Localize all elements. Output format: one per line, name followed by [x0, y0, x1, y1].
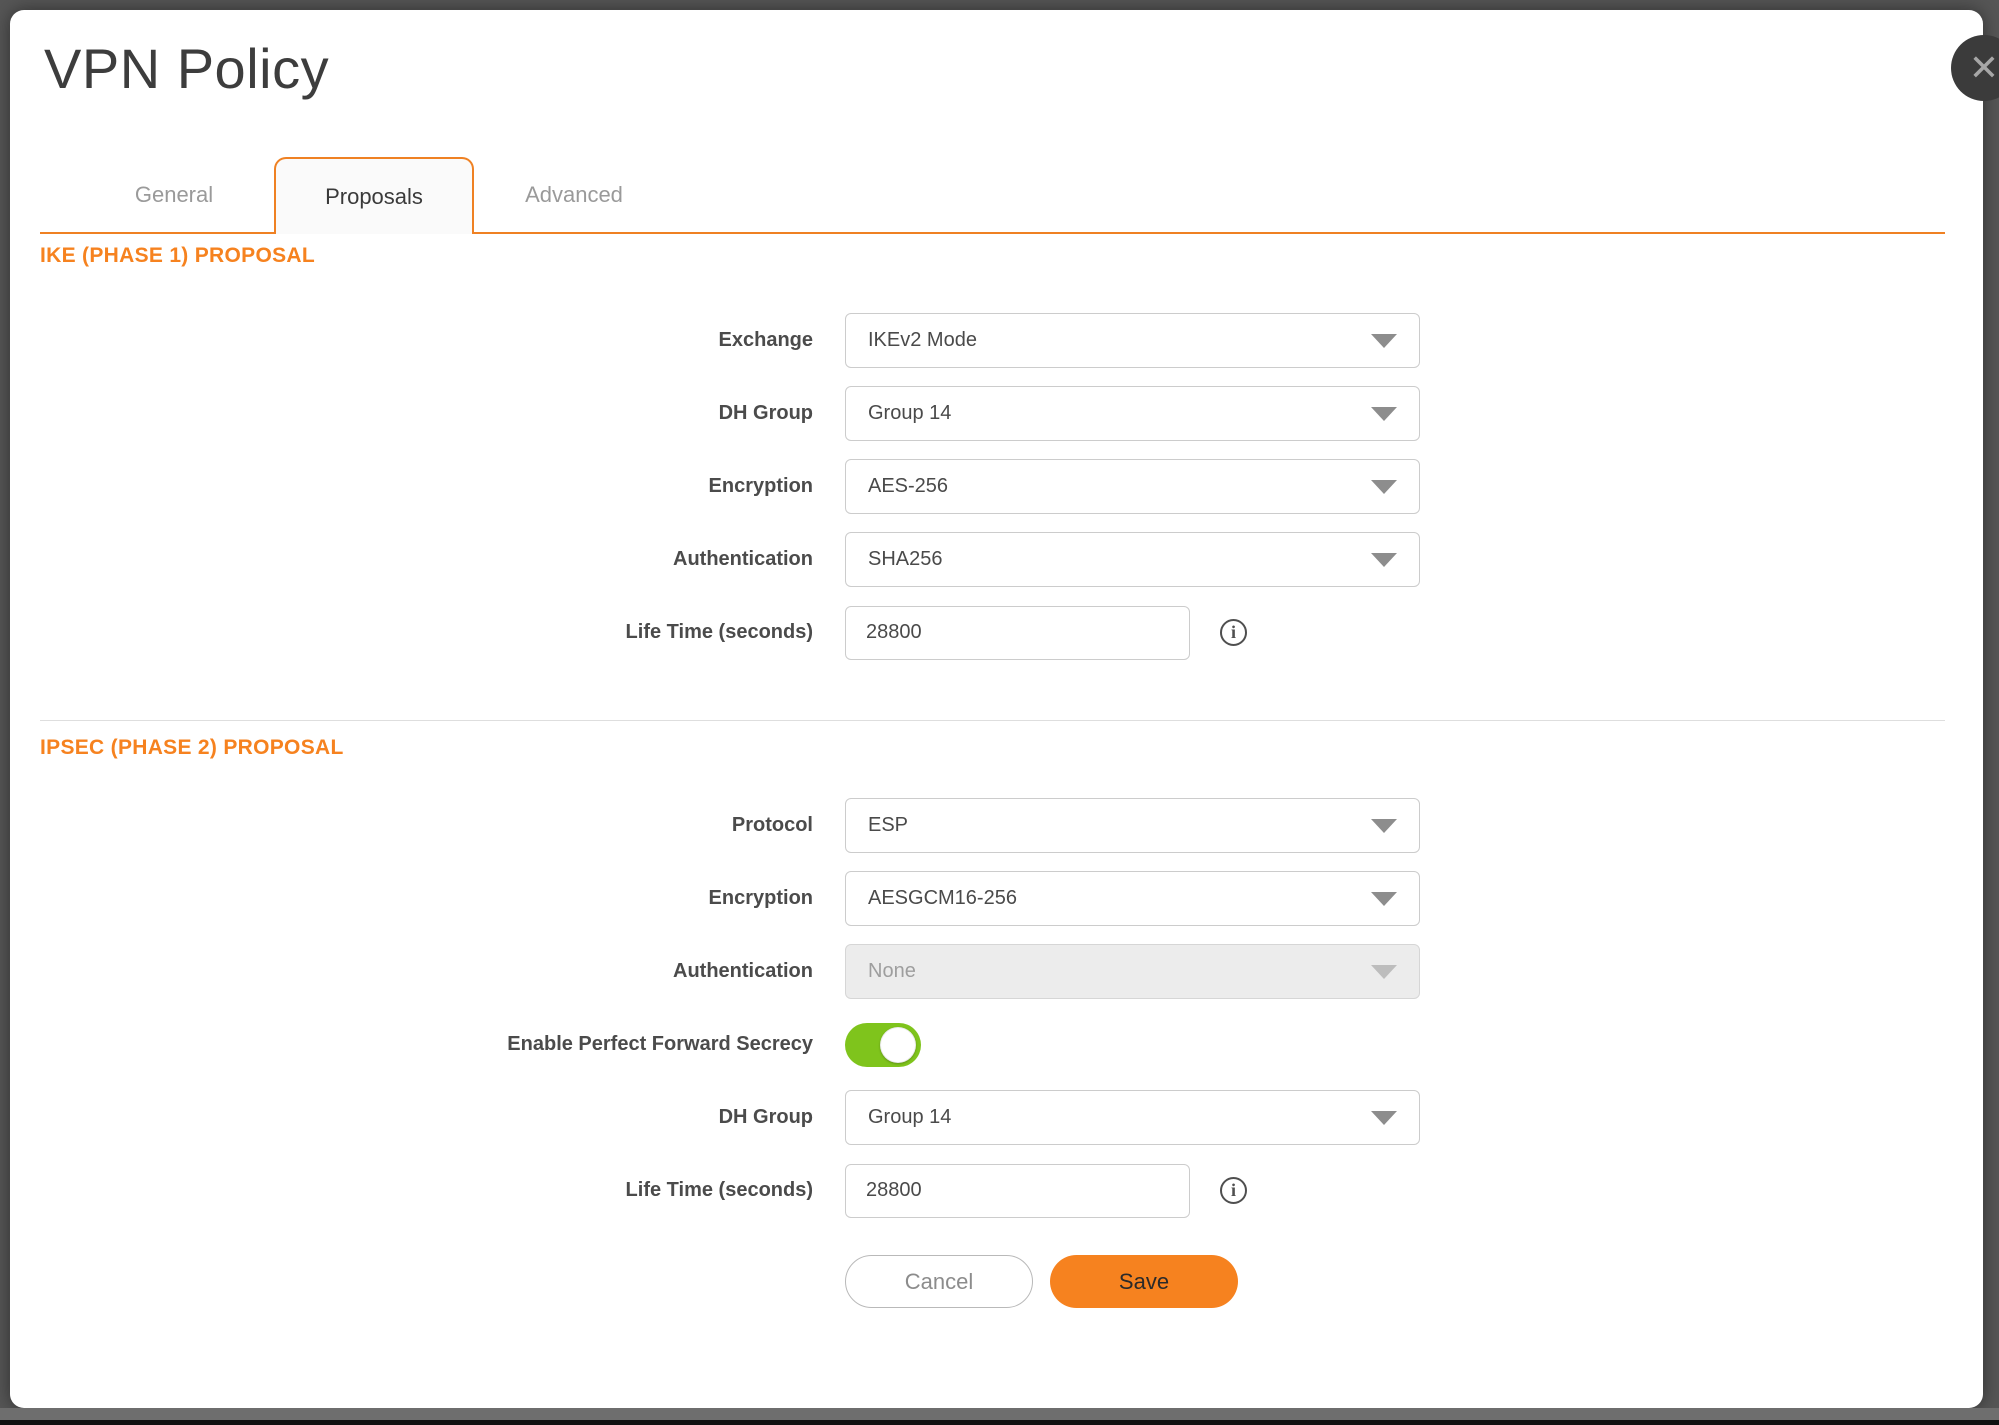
dh-group-row: DH Group Group 14 [10, 386, 1983, 441]
info-icon[interactable]: i [1220, 1177, 1247, 1204]
protocol-row: Protocol ESP [10, 798, 1983, 853]
ipsec-phase2-form: Protocol ESP Encryption AESGCM16-256 Aut… [10, 798, 1983, 1236]
chevron-down-icon [1371, 965, 1397, 979]
chevron-down-icon [1371, 407, 1397, 421]
exchange-label: Exchange [10, 329, 845, 352]
tab-general[interactable]: General [74, 157, 274, 232]
dh-group-label: DH Group [10, 402, 845, 425]
encryption-row: Encryption AES-256 [10, 459, 1983, 514]
dh-group-value: Group 14 [868, 402, 951, 425]
tab-advanced[interactable]: Advanced [474, 157, 674, 232]
protocol-select[interactable]: ESP [845, 798, 1420, 853]
encryption2-label: Encryption [10, 887, 845, 910]
authentication2-value: None [868, 960, 916, 983]
authentication2-row: Authentication None [10, 944, 1983, 999]
life-time-row: Life Time (seconds) i [10, 605, 1983, 660]
dh-group2-row: DH Group Group 14 [10, 1090, 1983, 1145]
pfs-row: Enable Perfect Forward Secrecy [10, 1017, 1983, 1072]
background-bottom-line [0, 1420, 1999, 1425]
ipsec-phase2-heading: IPSEC (PHASE 2) PROPOSAL [40, 736, 344, 760]
protocol-value: ESP [868, 814, 908, 837]
pfs-label: Enable Perfect Forward Secrecy [10, 1033, 845, 1056]
life-time2-input[interactable] [845, 1164, 1190, 1218]
chevron-down-icon [1371, 480, 1397, 494]
dh-group2-select[interactable]: Group 14 [845, 1090, 1420, 1145]
pfs-toggle-on[interactable] [845, 1023, 921, 1067]
dh-group-select[interactable]: Group 14 [845, 386, 1420, 441]
chevron-down-icon [1371, 819, 1397, 833]
chevron-down-icon [1371, 892, 1397, 906]
dialog-actions: Cancel Save [845, 1255, 1238, 1308]
life-time-label: Life Time (seconds) [10, 621, 845, 644]
encryption2-select[interactable]: AESGCM16-256 [845, 871, 1420, 926]
authentication2-select-disabled: None [845, 944, 1420, 999]
authentication-select[interactable]: SHA256 [845, 532, 1420, 587]
chevron-down-icon [1371, 553, 1397, 567]
save-button[interactable]: Save [1050, 1255, 1238, 1308]
authentication2-label: Authentication [10, 960, 845, 983]
tab-proposals[interactable]: Proposals [274, 157, 474, 234]
exchange-select[interactable]: IKEv2 Mode [845, 313, 1420, 368]
vpn-policy-dialog: VPN Policy General Proposals Advanced IK… [10, 10, 1983, 1408]
life-time2-row: Life Time (seconds) i [10, 1163, 1983, 1218]
protocol-label: Protocol [10, 814, 845, 837]
info-icon[interactable]: i [1220, 619, 1247, 646]
life-time-input[interactable] [845, 606, 1190, 660]
life-time2-label: Life Time (seconds) [10, 1179, 845, 1202]
authentication-row: Authentication SHA256 [10, 532, 1983, 587]
authentication-value: SHA256 [868, 548, 943, 571]
section-divider [40, 720, 1945, 721]
ike-phase1-heading: IKE (PHASE 1) PROPOSAL [40, 244, 315, 268]
ike-phase1-form: Exchange IKEv2 Mode DH Group Group 14 En… [10, 313, 1983, 678]
page-title: VPN Policy [44, 36, 329, 101]
dh-group2-label: DH Group [10, 1106, 845, 1129]
chevron-down-icon [1371, 1111, 1397, 1125]
tab-bar: General Proposals Advanced [40, 157, 1945, 234]
encryption-select[interactable]: AES-256 [845, 459, 1420, 514]
toggle-knob [880, 1027, 916, 1063]
encryption2-value: AESGCM16-256 [868, 887, 1017, 910]
encryption-value: AES-256 [868, 475, 948, 498]
exchange-value: IKEv2 Mode [868, 329, 977, 352]
encryption2-row: Encryption AESGCM16-256 [10, 871, 1983, 926]
exchange-row: Exchange IKEv2 Mode [10, 313, 1983, 368]
authentication-label: Authentication [10, 548, 845, 571]
cancel-button[interactable]: Cancel [845, 1255, 1033, 1308]
chevron-down-icon [1371, 334, 1397, 348]
dh-group2-value: Group 14 [868, 1106, 951, 1129]
encryption-label: Encryption [10, 475, 845, 498]
